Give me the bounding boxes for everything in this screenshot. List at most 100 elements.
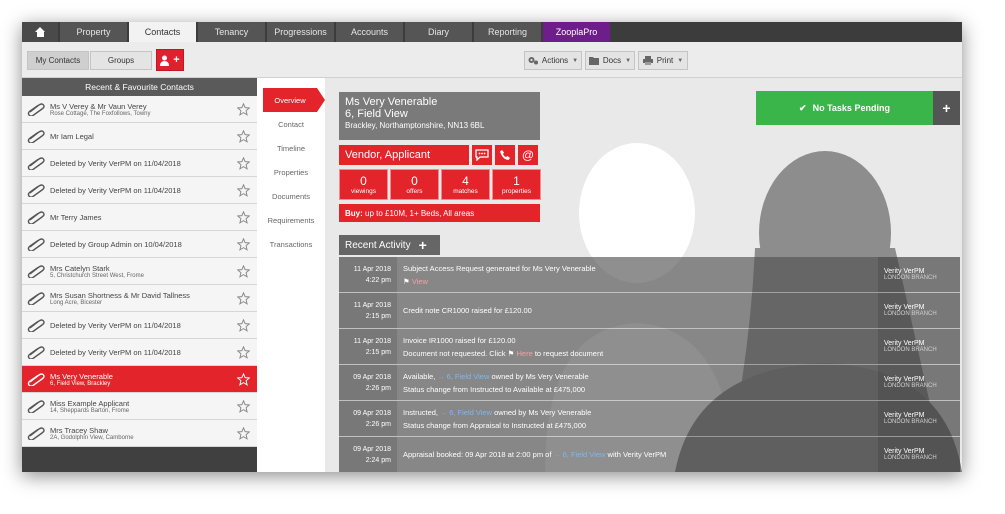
folder-icon (588, 57, 599, 65)
tab-tenancy[interactable]: Tenancy (198, 22, 265, 42)
favourite-star-icon[interactable] (229, 204, 257, 231)
docs-label: Docs (602, 56, 622, 65)
call-button[interactable] (495, 145, 515, 165)
activity-datetime: 11 Apr 2018 2:15 pm (339, 329, 397, 364)
tasks-status-button[interactable]: ✔ No Tasks Pending (756, 91, 933, 125)
nav-overview[interactable]: Overview (263, 88, 325, 112)
contact-header-card: Ms Very Venerable 6, Field View Brackley… (339, 92, 540, 140)
recent-activity-title: Recent Activity (345, 239, 411, 251)
add-activity-button[interactable]: + (419, 237, 427, 253)
stat-properties[interactable]: 1 properties (492, 169, 541, 200)
print-button[interactable]: Print ▼ (638, 51, 688, 70)
paperclip-icon (22, 312, 50, 339)
nav-properties[interactable]: Properties (257, 160, 325, 184)
add-task-button[interactable]: + (933, 91, 960, 125)
email-button[interactable]: @ (518, 145, 538, 165)
nav-transactions[interactable]: Transactions (257, 232, 325, 256)
contact-list-item[interactable]: Deleted by Verity VerPM on 11/04/2018 (22, 177, 257, 204)
contact-list-item[interactable]: Deleted by Verity VerPM on 11/04/2018 (22, 150, 257, 177)
chevron-down-icon: ▼ (572, 57, 579, 64)
stat-label: viewings (351, 187, 376, 195)
activity-time: 2:24 pm (365, 456, 391, 464)
favourite-star-icon[interactable] (229, 420, 257, 447)
property-link[interactable]: 6, Field View (449, 408, 492, 417)
favourite-star-icon[interactable] (229, 231, 257, 258)
favourite-star-icon[interactable] (229, 393, 257, 420)
person-icon (160, 55, 170, 66)
favourite-star-icon[interactable] (229, 339, 257, 366)
add-contact-button[interactable]: + (156, 49, 184, 71)
nav-documents[interactable]: Documents (257, 184, 325, 208)
contact-list-item[interactable]: Miss Example Applicant 14, Sheppards Bart… (22, 393, 257, 420)
activity-user: Verity VerPM LONDON BRANCH (878, 329, 960, 364)
activity-row: 09 Apr 2018 2:26 pm Instructed, → 6, Field… (339, 401, 960, 437)
tab-zooplapro[interactable]: ZooplaPro (543, 22, 610, 42)
view-link[interactable]: View (412, 277, 428, 286)
stat-viewings[interactable]: 0 viewings (339, 169, 388, 200)
chat-icon (475, 149, 489, 161)
tab-property[interactable]: Property (60, 22, 127, 42)
contact-list-item[interactable]: Deleted by Verity VerPM on 11/04/2018 (22, 339, 257, 366)
activity-date: 11 Apr 2018 (353, 265, 391, 273)
contact-role: Vendor, Applicant (339, 145, 469, 165)
contact-list-item[interactable]: Mrs Catelyn Stark 5, Christchurch Street … (22, 258, 257, 285)
contact-list-item[interactable]: Mrs Susan Shortness & Mr David Tallness L… (22, 285, 257, 312)
activity-time: 4:22 pm (365, 276, 391, 284)
tab-accounts[interactable]: Accounts (336, 22, 403, 42)
paperclip-icon (22, 420, 50, 447)
tab-diary[interactable]: Diary (405, 22, 472, 42)
contact-list-item[interactable]: Mrs Tracey Shaw 2A, Godolphin View, Cambo… (22, 420, 257, 447)
activity-date: 09 Apr 2018 (353, 409, 391, 417)
tab-contacts[interactable]: Contacts (129, 22, 196, 42)
activity-body: Credit note CR1000 raised for £120.00 (397, 293, 878, 328)
activity-branch: LONDON BRANCH (884, 311, 937, 317)
favourite-star-icon[interactable] (229, 258, 257, 285)
request-document-link[interactable]: Here (516, 349, 532, 358)
printer-icon (642, 56, 653, 65)
favourite-star-icon[interactable] (229, 177, 257, 204)
stat-matches[interactable]: 4 matches (441, 169, 490, 200)
docs-button[interactable]: Docs ▼ (585, 51, 635, 70)
contact-list-item[interactable]: Mr Terry James (22, 204, 257, 231)
activity-description: Appraisal booked: 09 Apr 2018 at 2:00 pm… (403, 450, 878, 459)
nav-requirements[interactable]: Requirements (257, 208, 325, 232)
stat-label: offers (406, 187, 423, 195)
activity-date: 11 Apr 2018 (353, 337, 391, 345)
actions-button[interactable]: Actions ▼ (524, 51, 582, 70)
sub-toolbar: My Contacts Groups + Actions ▼ Docs ▼ Pr… (22, 42, 962, 78)
contact-name: Miss Example Applicant (50, 398, 130, 408)
activity-description: Available, → 6, Field View owned by Ms V… (403, 372, 878, 381)
favourite-star-icon[interactable] (229, 312, 257, 339)
activity-detail: ⚑ View (403, 277, 878, 286)
contact-list-item[interactable]: Ms Very Venerable 6, Field View, Brackley (22, 366, 257, 393)
stat-offers[interactable]: 0 offers (390, 169, 439, 200)
contact-address: Rose Cottage, The Foxfollows, Towny (50, 110, 151, 117)
activity-text: to request document (534, 348, 604, 358)
contact-list-item[interactable]: Mr Iam Legal (22, 123, 257, 150)
groups-button[interactable]: Groups (90, 51, 152, 70)
at-icon: @ (521, 148, 535, 162)
tab-reporting[interactable]: Reporting (474, 22, 541, 42)
arrow-right-icon: → (440, 409, 448, 417)
nav-contact[interactable]: Contact (257, 112, 325, 136)
stat-value: 0 (411, 173, 418, 188)
activity-body: Instructed, → 6, Field View owned by Ms … (397, 401, 878, 436)
tab-progressions[interactable]: Progressions (267, 22, 334, 42)
nav-timeline[interactable]: Timeline (257, 136, 325, 160)
favourite-star-icon[interactable] (229, 96, 257, 123)
favourite-star-icon[interactable] (229, 366, 257, 393)
favourite-star-icon[interactable] (229, 150, 257, 177)
contact-address: 14, Sheppards Barton, Frome (50, 407, 130, 414)
favourite-star-icon[interactable] (229, 123, 257, 150)
app-window: Property Contacts Tenancy Progressions A… (22, 22, 962, 472)
contact-list-item[interactable]: Deleted by Verity VerPM on 11/04/2018 (22, 312, 257, 339)
home-tab[interactable] (22, 22, 58, 42)
property-link[interactable]: 6, Field View (563, 450, 606, 459)
favourite-star-icon[interactable] (229, 285, 257, 312)
contact-list-item[interactable]: Deleted by Group Admin on 10/04/2018 (22, 231, 257, 258)
my-contacts-button[interactable]: My Contacts (27, 51, 89, 70)
sms-button[interactable] (472, 145, 492, 165)
property-link[interactable]: 6, Field View (447, 372, 490, 381)
arrow-right-icon: → (553, 452, 561, 459)
contact-list-item[interactable]: Ms V Verey & Mr Vaun Verey Rose Cottage, … (22, 96, 257, 123)
